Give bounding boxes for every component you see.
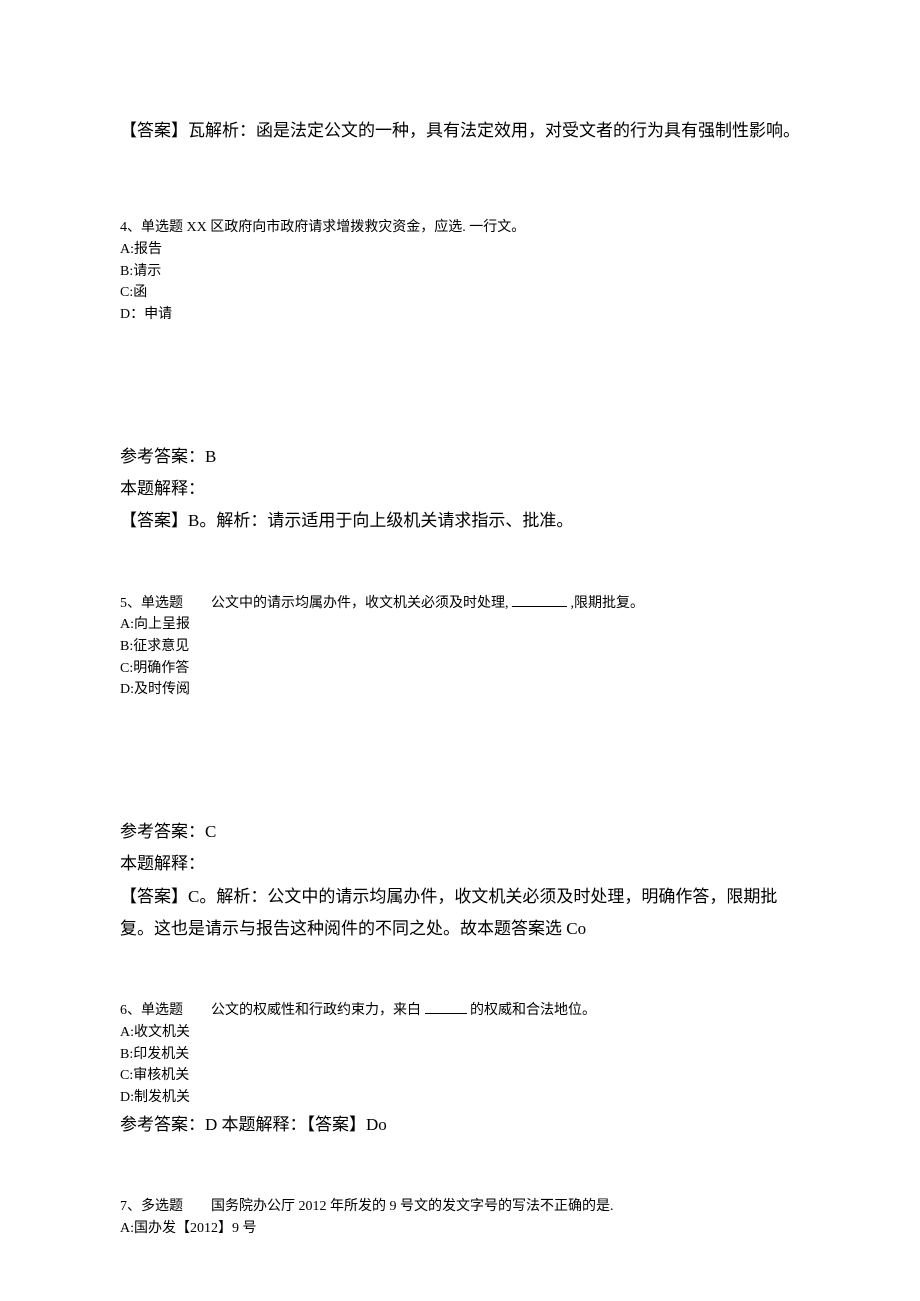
q6-ref-answer: 参考答案：D 本题解释：【答案】Do bbox=[120, 1115, 387, 1134]
q4-explain-label: 本题解释： bbox=[120, 473, 800, 505]
q7-question: 7、多选题 国务院办公厅 2012 年所发的 9 号文的发文字号的写法不正确的是… bbox=[120, 1196, 800, 1239]
blank-underscore bbox=[512, 593, 567, 607]
q4-explain-text: 【答案】B。解析：请示适用于向上级机关请求指示、批准。 bbox=[120, 505, 800, 537]
q5-explain-text: 【答案】C。解析：公文中的请示均属办件，收文机关必须及时处理，明确作答，限期批复… bbox=[120, 881, 800, 946]
q3-answer-block: 【答案】瓦解析：函是法定公文的一种，具有法定效用，对受文者的行为具有强制性影响。 bbox=[120, 115, 800, 147]
q5-stem-prefix: 5、单选题 公文中的请示均属办件，收文机关必须及时处理, bbox=[120, 596, 512, 611]
document-page: 【答案】瓦解析：函是法定公文的一种，具有法定效用，对受文者的行为具有强制性影响。… bbox=[0, 0, 920, 1299]
q6-stem: 6、单选题 公文的权威性和行政约束力，来白 的权威和合法地位。 bbox=[120, 1000, 800, 1022]
q4-option-b: B:请示 bbox=[120, 261, 800, 283]
q5-option-a: A:向上呈报 bbox=[120, 614, 800, 636]
q6-option-a: A:收文机关 bbox=[120, 1022, 800, 1044]
q5-question: 5、单选题 公文中的请示均属办件，收文机关必须及时处理, ,限期批复。 A:向上… bbox=[120, 593, 800, 701]
q4-option-d: D：申请 bbox=[120, 304, 800, 326]
q5-explain-label: 本题解释： bbox=[120, 848, 800, 880]
q5-stem: 5、单选题 公文中的请示均属办件，收文机关必须及时处理, ,限期批复。 bbox=[120, 593, 800, 615]
q6-answer-block: 参考答案：D 本题解释：【答案】Do bbox=[120, 1109, 800, 1141]
q5-option-d: D:及时传阅 bbox=[120, 679, 800, 701]
q5-option-c: C:明确作答 bbox=[120, 658, 800, 680]
q4-question: 4、单选题 XX 区政府向市政府请求增拨救灾资金，应选. 一行文。 A:报告 B… bbox=[120, 217, 800, 325]
q6-stem-suffix: 的权威和合法地位。 bbox=[467, 1003, 597, 1018]
blank-underscore bbox=[425, 1001, 467, 1015]
q3-answer-text: 【答案】瓦解析：函是法定公文的一种，具有法定效用，对受文者的行为具有强制性影响。 bbox=[120, 121, 800, 140]
q4-option-c: C:函 bbox=[120, 282, 800, 304]
q4-option-a: A:报告 bbox=[120, 239, 800, 261]
q6-option-d: D:制发机关 bbox=[120, 1087, 800, 1109]
q5-stem-suffix: ,限期批复。 bbox=[567, 596, 644, 611]
q5-ref-answer: 参考答案：C bbox=[120, 816, 800, 848]
q5-answer-block: 参考答案：C 本题解释： 【答案】C。解析：公文中的请示均属办件，收文机关必须及… bbox=[120, 816, 800, 945]
q6-stem-prefix: 6、单选题 公文的权威性和行政约束力，来白 bbox=[120, 1003, 425, 1018]
q5-option-b: B:征求意见 bbox=[120, 636, 800, 658]
q7-option-a: A:国办发【2012】9 号 bbox=[120, 1218, 800, 1240]
q7-stem: 7、多选题 国务院办公厅 2012 年所发的 9 号文的发文字号的写法不正确的是… bbox=[120, 1199, 614, 1214]
q6-question: 6、单选题 公文的权威性和行政约束力，来白 的权威和合法地位。 A:收文机关 B… bbox=[120, 1000, 800, 1108]
q6-option-b: B:印发机关 bbox=[120, 1044, 800, 1066]
q4-stem: 4、单选题 XX 区政府向市政府请求增拨救灾资金，应选. 一行文。 bbox=[120, 220, 525, 235]
q4-answer-block: 参考答案：B 本题解释： 【答案】B。解析：请示适用于向上级机关请求指示、批准。 bbox=[120, 441, 800, 538]
q6-option-c: C:审核机关 bbox=[120, 1065, 800, 1087]
q4-ref-answer: 参考答案：B bbox=[120, 441, 800, 473]
